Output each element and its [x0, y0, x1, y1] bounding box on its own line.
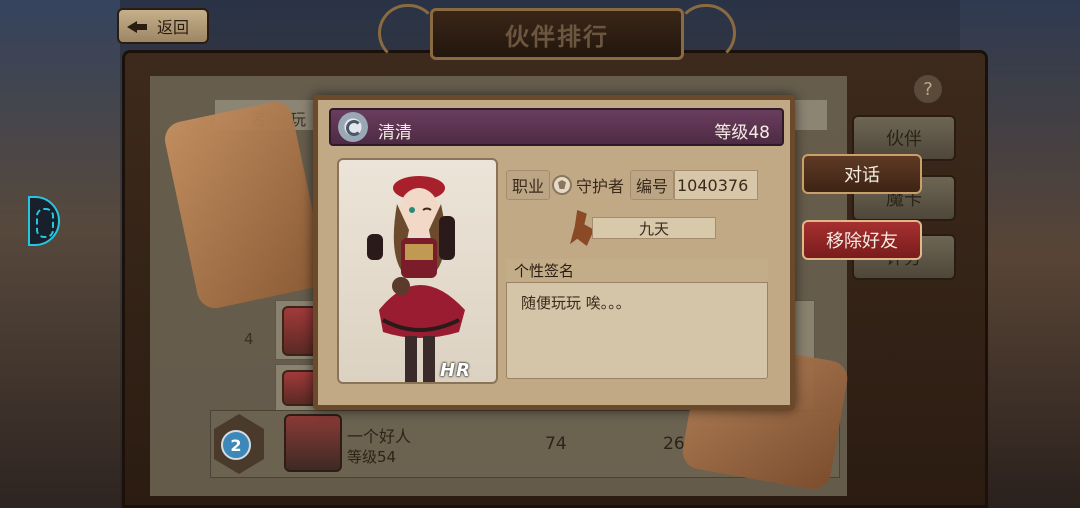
remove-friend-button[interactable]: 移除好友 [802, 220, 922, 260]
back-arrow-icon [127, 18, 149, 34]
job-value: 守护者 [552, 170, 630, 200]
id-label: 编号 [630, 170, 674, 200]
signature-title: 个性签名 [506, 259, 768, 283]
job-value-text: 守护者 [576, 177, 625, 196]
player-stat: 26 [663, 434, 685, 454]
title-ornament-right [676, 4, 736, 62]
avatar [284, 414, 342, 472]
character-illustration [367, 176, 465, 382]
character-portrait [337, 158, 498, 384]
row-rank: 4 [244, 330, 254, 348]
background-left [0, 0, 120, 508]
title-ornament-left [378, 4, 438, 62]
player-level: 等级54 [347, 448, 397, 466]
back-button[interactable]: 返回 [117, 8, 209, 44]
rarity-badge: HR [440, 360, 471, 381]
guardian-class-icon [552, 175, 572, 195]
talk-button[interactable]: 对话 [802, 154, 922, 194]
profile-name: 清清 [378, 123, 412, 143]
rank-number: 2 [221, 430, 251, 460]
player-name: 一个好人 [347, 427, 412, 446]
signature-text: 随便玩玩 唉。。。 [521, 294, 631, 312]
player-score: 74 [545, 434, 567, 454]
page-title: 伙伴排行 [430, 8, 684, 60]
guild-name: 九天 [592, 217, 716, 239]
job-label: 职业 [506, 170, 550, 200]
id-value: 1040376 [674, 170, 758, 200]
help-button[interactable]: ? [912, 73, 944, 105]
back-button-label: 返回 [157, 18, 190, 37]
profile-level: 等级48 [714, 123, 770, 143]
rank-emblem-icon [338, 112, 368, 142]
